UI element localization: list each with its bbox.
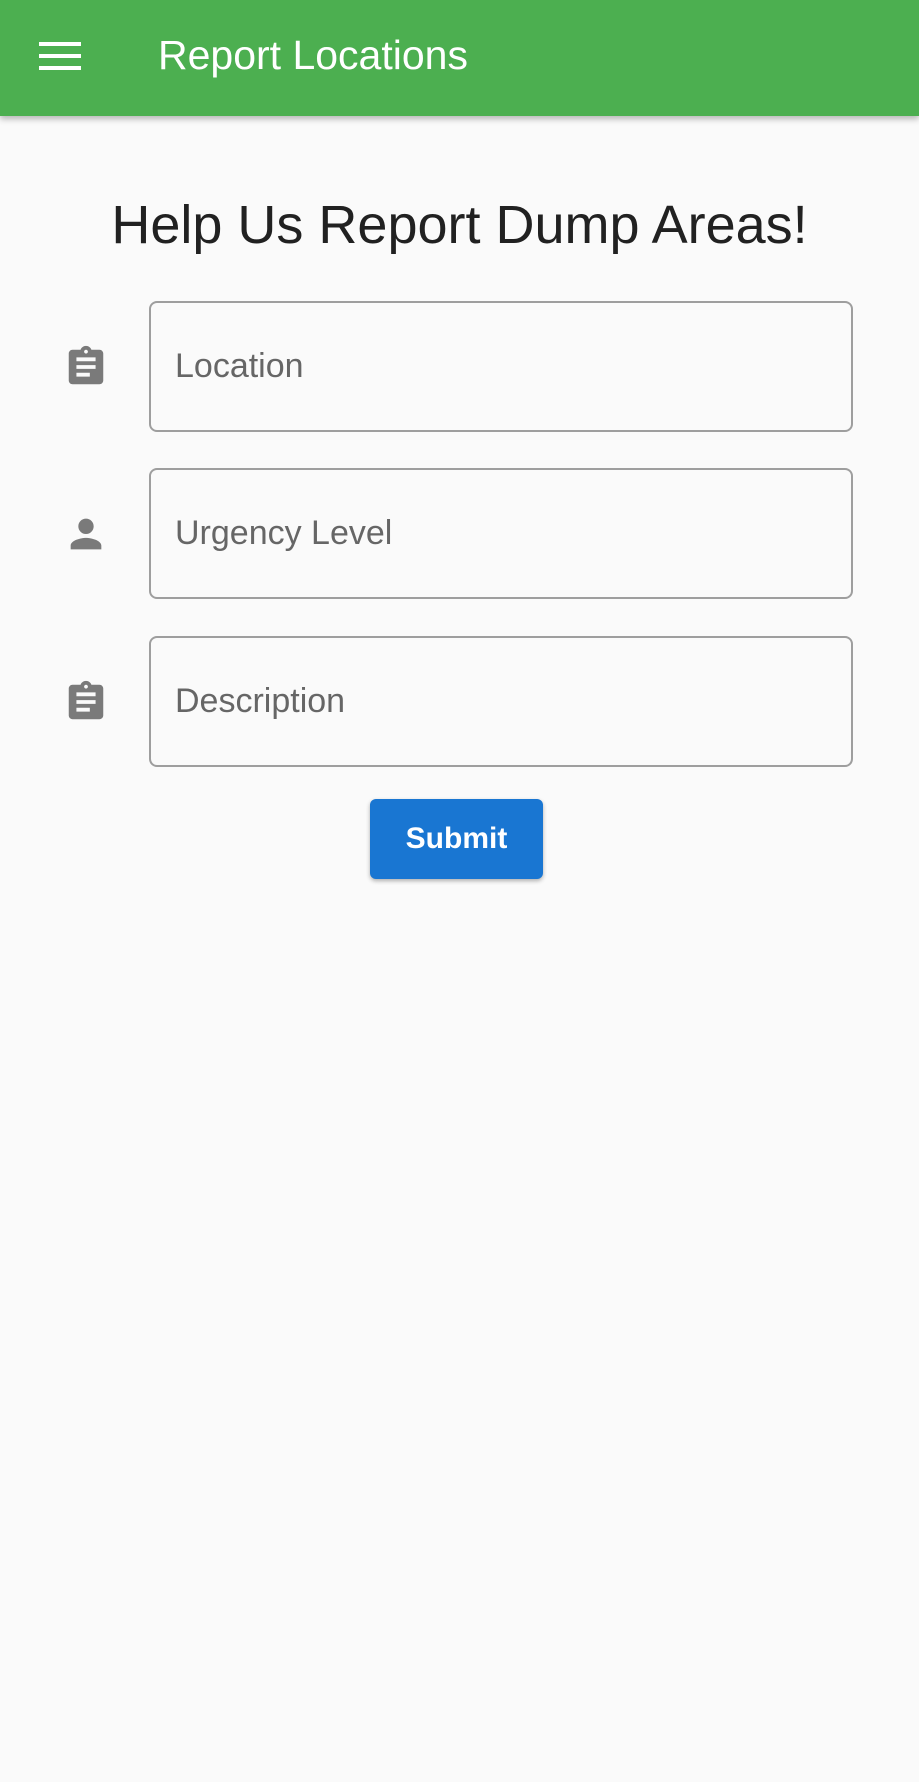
location-field-row [0,301,919,432]
clipboard-icon [60,676,112,728]
description-input[interactable] [175,638,825,765]
app-bar-title: Report Locations [158,32,468,78]
menu-button[interactable] [26,22,94,90]
description-field-box [149,636,853,767]
urgency-level-input[interactable] [175,470,825,597]
menu-icon [39,42,81,70]
location-field-box [149,301,853,432]
urgency-field-box [149,468,853,599]
location-input[interactable] [175,303,825,430]
urgency-field-row [0,468,919,599]
person-icon [60,508,112,560]
clipboard-icon [60,341,112,393]
description-field-row [0,636,919,767]
submit-button[interactable]: Submit [370,799,543,879]
form-heading: Help Us Report Dump Areas! [111,195,808,255]
app-bar: Report Locations [0,0,919,116]
